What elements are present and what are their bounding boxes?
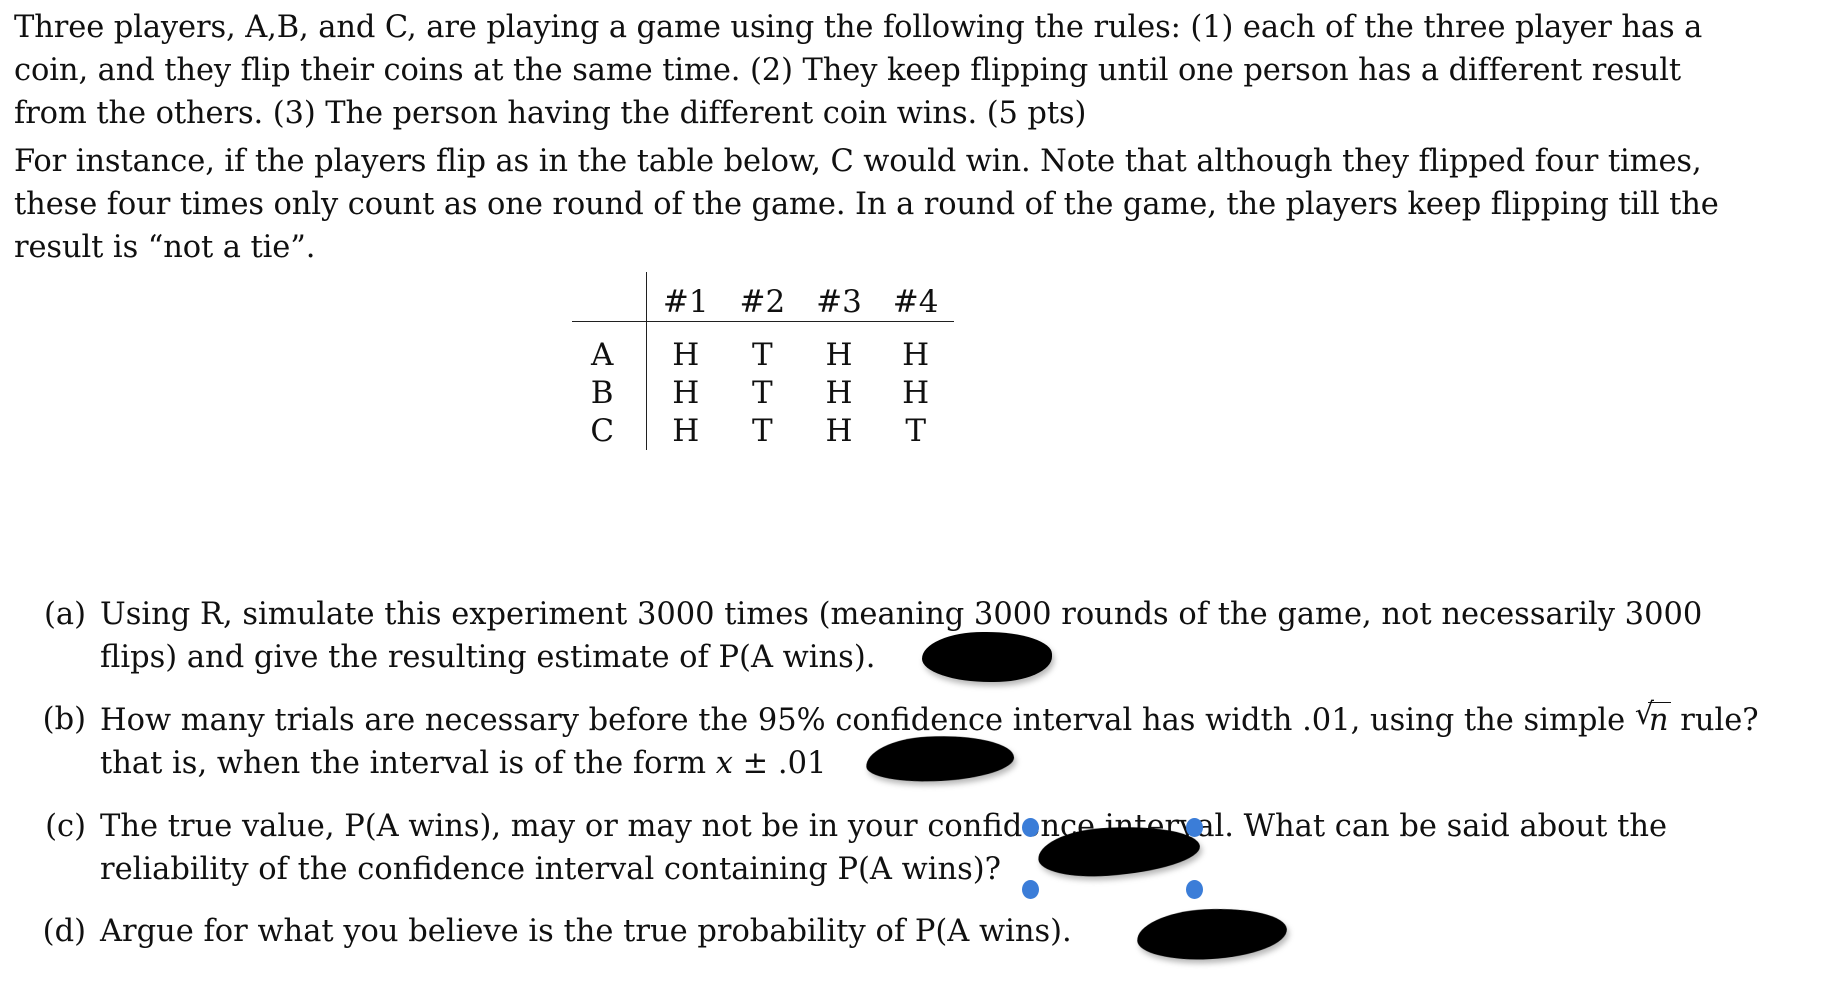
paragraph-rules-line-3: from the others. (3) The person having t… [14,96,1087,131]
document-page: Three players, A,B, and C, are playing a… [0,0,1834,992]
selection-handle-bottom-right[interactable] [1186,880,1203,899]
table-row: B H T H H [572,374,954,412]
flip-table-col-header-1: #1 [646,272,725,322]
flip-table-spacer-label [572,321,648,336]
flip-table-col-header-2: #2 [724,272,801,322]
paragraph-rules-line-1: Three players, A,B, and C, are playing a… [14,10,1703,45]
flip-table: #1 #2 #3 #4 A H T H H B H T H H C H T H … [572,272,954,450]
list-item-b-line-1-suffix: rule? [1670,703,1759,738]
flip-table-spacer-row [572,321,954,337]
flip-table-header-row: #1 #2 #3 #4 [572,272,954,322]
flip-table-spacer-cell-1 [647,322,724,337]
list-item-a-line-1: Using R, simulate this experiment 3000 t… [100,597,1703,632]
paragraph-example-line-3: result is “not a tie”. [14,230,316,265]
flip-table-body: A H T H H B H T H H C H T H T [572,321,954,450]
list-item-d-marker: (d) [42,914,86,949]
radical-glyph: √ [1634,697,1655,732]
paragraph-example-line-2: these four times only count as one round… [14,187,1719,222]
redaction-blob-a[interactable] [922,632,1052,682]
sqrt-icon: √ n [1635,698,1671,742]
table-row: C H T H T [572,412,954,450]
list-item-c-line-1: The true value, P(A wins), may or may no… [100,809,1668,844]
flip-table-cell-b-4: H [902,374,930,411]
flip-table-cell-b-2: T [752,374,773,411]
list-item-a: (a) Using R, simulate this experiment 30… [14,593,1820,679]
paragraph-rules-line-2: coin, and they flip their coins at the s… [14,53,1682,88]
flip-table-spacer-cell-2 [724,322,801,337]
flip-table-spacer-cell-4 [877,322,954,337]
list-item-b-line-1: How many trials are necessary before the… [100,698,1806,742]
flip-table-head: #1 #2 #3 #4 [572,272,954,322]
flip-table-cell-c-2: T [752,412,773,449]
list-item-b-line-1-text: How many trials are necessary before the… [100,703,1635,738]
flip-table-cell-a-4: H [902,336,930,373]
list-item-c-marker: (c) [45,809,86,844]
flip-table-cell-b-1: H [672,374,700,411]
flip-table-cell-c-4: T [905,412,926,449]
paragraph-example: For instance, if the players flip as in … [14,140,1820,269]
selection-handle-top-right[interactable] [1186,818,1203,837]
list-item-b-line-2-suffix: ± .01 [732,746,827,781]
list-item-b-marker: (b) [42,702,86,737]
flip-table-row-label-a: A [572,336,648,374]
flip-table-row-label-b: B [572,374,648,412]
variable-x: x [715,746,733,781]
selection-handle-bottom-left[interactable] [1022,880,1039,899]
flip-table-spacer-cell-3 [801,322,878,337]
list-item-d-line-1: Argue for what you believe is the true p… [100,914,1072,949]
flip-table-cell-a-2: T [752,336,773,373]
list-item-d: (d) Argue for what you believe is the tr… [14,910,1820,953]
flip-table-corner-cell [572,272,648,322]
paragraph-example-line-1: For instance, if the players flip as in … [14,144,1702,179]
flip-table-cell-c-1: H [672,412,700,449]
flip-table-col-header-4: #4 [877,272,954,322]
list-item-c: (c) The true value, P(A wins), may or ma… [14,805,1820,891]
flip-table-cell-b-3: H [825,374,853,411]
flip-table-cell-a-3: H [825,336,853,373]
flip-table-cell-a-1: H [672,336,700,373]
list-item-a-marker: (a) [44,597,86,632]
table-row: A H T H H [572,336,954,374]
flip-table-container: #1 #2 #3 #4 A H T H H B H T H H C H T H … [572,272,954,450]
list-item-b-line-2-prefix: that is, when the interval is of the for… [100,746,716,781]
flip-table-row-label-c: C [572,412,648,450]
paragraph-rules: Three players, A,B, and C, are playing a… [14,6,1820,135]
list-item-c-line-2: reliability of the confidence interval c… [100,852,1002,887]
list-item-c-body: The true value, P(A wins), may or may no… [100,805,1806,891]
selection-handle-top-left[interactable] [1022,818,1039,837]
flip-table-cell-c-3: H [825,412,853,449]
list-item-d-body: Argue for what you believe is the true p… [100,910,1806,953]
flip-table-col-header-3: #3 [800,272,878,322]
